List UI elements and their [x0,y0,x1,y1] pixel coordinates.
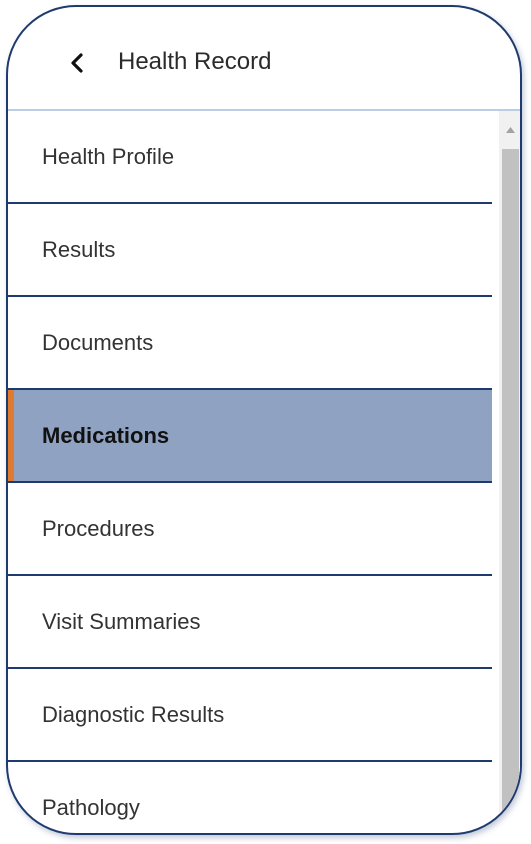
health-record-nav: Health Profile Results Documents Medicat… [8,111,499,833]
nav-item-label: Procedures [42,516,155,541]
nav-item-label: Pathology [42,795,140,820]
panel-header: Health Record [8,7,520,111]
nav-item-medications[interactable]: Medications [8,390,492,483]
nav-item-documents[interactable]: Documents [8,297,492,390]
nav-item-health-profile[interactable]: Health Profile [8,111,492,204]
nav-item-label: Health Profile [42,144,175,169]
health-record-panel: Health Record Health Profile Results Doc… [6,5,522,835]
nav-item-procedures[interactable]: Procedures [8,483,492,576]
vertical-scrollbar[interactable] [499,111,520,833]
nav-item-label: Medications [42,423,170,448]
page-title: Health Record [118,48,272,75]
nav-item-label: Results [42,237,116,262]
chevron-left-icon[interactable] [66,51,90,75]
nav-item-diagnostic-results[interactable]: Diagnostic Results [8,669,492,762]
nav-item-visit-summaries[interactable]: Visit Summaries [8,576,492,669]
active-indicator [8,390,14,481]
nav-item-results[interactable]: Results [8,204,492,297]
nav-item-label: Visit Summaries [42,609,201,634]
scrollbar-thumb[interactable] [502,149,519,833]
scroll-up-arrow-icon[interactable] [499,123,520,137]
nav-item-label: Documents [42,330,154,355]
nav-item-label: Diagnostic Results [42,702,225,727]
nav-item-pathology[interactable]: Pathology [8,762,492,833]
